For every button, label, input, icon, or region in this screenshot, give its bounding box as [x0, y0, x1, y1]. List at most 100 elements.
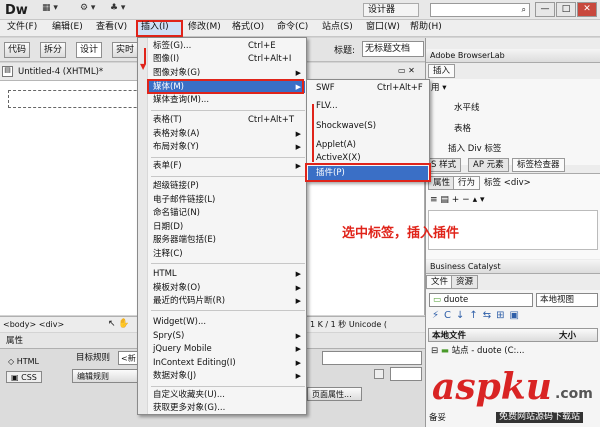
code-view-button[interactable]: 代码	[4, 42, 31, 58]
expand-icon[interactable]: ⊟	[431, 346, 438, 356]
insert-tag-item[interactable]: 标签(G)...	[153, 42, 191, 51]
browserlab-panel-header[interactable]: Adobe BrowserLab	[426, 49, 600, 63]
site-root-row[interactable]: ⊟ ▬ 站点 - duote (C:...	[431, 347, 525, 356]
edit-rule-button[interactable]: 编辑规则	[72, 369, 140, 383]
close-button[interactable]: ✕	[577, 2, 597, 17]
live-view-button[interactable]: 实时	[112, 42, 139, 58]
color-input[interactable]	[390, 367, 422, 381]
tag-selector[interactable]: <body> <div>	[3, 321, 64, 329]
menu-site[interactable]: 站点(S)	[322, 23, 353, 32]
doc-window-controls[interactable]: ▭ ✕	[398, 67, 415, 75]
title-input[interactable]: 无标题文档	[362, 41, 424, 57]
design-view-button[interactable]: 设计	[76, 42, 103, 58]
layout-icon[interactable]: ▦ ▾	[42, 4, 76, 17]
media-activex-item[interactable]: ActiveX(X)	[316, 154, 361, 163]
insert-widget-item[interactable]: Widget(W)...	[153, 318, 206, 327]
insert-data-objects-item[interactable]: 数据对象(J)	[153, 372, 196, 381]
insert-ssi-item[interactable]: 服务器端包括(E)	[153, 236, 216, 245]
insert-html-item[interactable]: HTML	[153, 270, 177, 279]
page-properties-button[interactable]: 页面属性...	[307, 387, 362, 401]
media-applet-item[interactable]: Applet(A)	[316, 141, 356, 150]
insert-div-item[interactable]: 插入 Div 标签	[448, 145, 501, 154]
menu-format[interactable]: 格式(O)	[232, 23, 264, 32]
extend-icon[interactable]: ⚙ ▾	[80, 4, 114, 17]
behaviors-tab[interactable]: 行为	[453, 176, 481, 190]
menu-view[interactable]: 查看(V)	[96, 23, 127, 32]
menu-modify[interactable]: 修改(M)	[188, 23, 221, 32]
media-shockwave-item[interactable]: Shockwave(S)	[316, 122, 376, 131]
menu-window[interactable]: 窗口(W)	[366, 23, 400, 32]
insert-panel-tab[interactable]: 插入	[428, 64, 456, 78]
css-styles-tab[interactable]: S 样式	[426, 158, 462, 172]
insert-table-objects-item[interactable]: 表格对象(A)	[153, 130, 199, 139]
view-select[interactable]: 本地视图	[536, 293, 598, 307]
assets-tab[interactable]: 资源	[451, 275, 479, 289]
files-toolbar-icons[interactable]: ⚡C↓↑⇆⊞▣	[432, 311, 524, 321]
attributes-tab[interactable]: 属性	[428, 176, 456, 190]
menu-separator	[151, 263, 305, 264]
tag-inspector-tab[interactable]: 标签检查器	[512, 158, 565, 172]
insert-table-item[interactable]: 表格	[454, 125, 471, 134]
maximize-button[interactable]: □	[556, 2, 576, 17]
insert-hyperlink-item[interactable]: 超级链接(P)	[153, 182, 199, 191]
submenu-arrow-icon: ▶	[295, 130, 301, 138]
workspace-switcher[interactable]: 设计器	[363, 3, 419, 17]
insert-date-item[interactable]: 日期(D)	[153, 223, 183, 232]
submenu-arrow-icon: ▶	[295, 359, 301, 367]
color-swatch[interactable]	[374, 369, 384, 379]
css-mode-button[interactable]: ▣ CSS	[6, 371, 42, 383]
media-flv-item[interactable]: FLV...	[316, 102, 338, 111]
annotation-text: 选中标签，插入插件	[342, 226, 460, 241]
insert-category-select[interactable]: 用 ▾	[431, 84, 446, 93]
insert-media-query-item[interactable]: 媒体查询(M)...	[153, 96, 209, 105]
insert-hr-item[interactable]: 水平线	[454, 104, 480, 113]
insert-image-objects-item[interactable]: 图像对象(G)	[153, 69, 200, 78]
insert-form-item[interactable]: 表单(F)	[153, 162, 182, 171]
insert-custom-favorites-item[interactable]: 自定义收藏夹(U)...	[153, 391, 225, 400]
site-icon[interactable]: ♣ ▾	[110, 4, 144, 17]
minimize-button[interactable]: —	[535, 2, 555, 17]
files-tab[interactable]: 文件	[426, 275, 454, 289]
local-files-header[interactable]: 本地文件	[432, 332, 466, 341]
document-tab[interactable]: Untitled-4 (XHTML)*	[18, 68, 103, 77]
properties-label: 属性	[6, 336, 24, 346]
insert-template-objects-item[interactable]: 模板对象(O)	[153, 284, 200, 293]
business-catalyst-header[interactable]: Business Catalyst	[426, 260, 600, 274]
insert-named-anchor-item[interactable]: 命名锚记(N)	[153, 209, 200, 218]
menu-command[interactable]: 命令(C)	[277, 23, 308, 32]
split-view-button[interactable]: 拆分	[40, 42, 67, 58]
insert-image-item[interactable]: 图像(I)	[153, 55, 179, 64]
menu-insert[interactable]: 插入(I)	[141, 23, 169, 32]
insert-email-link-item[interactable]: 电子邮件链接(L)	[153, 196, 215, 205]
menu-edit[interactable]: 编辑(E)	[52, 23, 83, 32]
annotation-arrowhead-icon: ▼	[140, 62, 147, 71]
media-swf-item[interactable]: SWF	[316, 84, 335, 93]
insert-comment-item[interactable]: 注释(C)	[153, 250, 183, 259]
submenu-arrow-icon: ▶	[295, 332, 301, 340]
behavior-toolbar-icons[interactable]: ≡ ▤ + − ▴ ▾	[430, 196, 484, 205]
insert-jquery-mobile-item[interactable]: jQuery Mobile	[153, 345, 212, 354]
menu-file[interactable]: 文件(F)	[7, 23, 37, 32]
search-input[interactable]: ⌕	[430, 3, 530, 17]
html-mode-button[interactable]: ◇ HTML	[8, 358, 39, 366]
insert-incontext-item[interactable]: InContext Editing(I)	[153, 359, 236, 368]
insert-get-more-objects-item[interactable]: 获取更多对象(G)...	[153, 404, 225, 413]
title-bar: Dw ▦ ▾ ⚙ ▾ ♣ ▾ 设计器 ⌕ — □ ✕	[0, 0, 600, 20]
select-tool-icon[interactable]: ↖ ✋	[108, 320, 130, 329]
media-swf-shortcut: Ctrl+Alt+F	[377, 83, 423, 93]
insert-tag-shortcut: Ctrl+E	[248, 41, 276, 51]
font-select[interactable]	[322, 351, 422, 365]
insert-table-item[interactable]: 表格(T)	[153, 116, 182, 125]
size-header[interactable]: 大小	[559, 332, 576, 341]
menu-separator	[151, 176, 305, 177]
insert-spry-item[interactable]: Spry(S)	[153, 332, 184, 341]
insert-image-shortcut: Ctrl+Alt+I	[248, 54, 292, 64]
menu-help[interactable]: 帮助(H)	[410, 23, 442, 32]
site-select[interactable]: ▭ duote	[429, 293, 533, 307]
submenu-arrow-icon: ▶	[295, 372, 301, 380]
insert-layout-objects-item[interactable]: 布局对象(Y)	[153, 143, 199, 152]
ap-elements-tab[interactable]: AP 元素	[468, 158, 509, 172]
watermark-wordmark: aspku	[432, 366, 552, 408]
watermark-tagline: 免费网站源码下载站	[496, 412, 584, 423]
insert-recent-snippets-item[interactable]: 最近的代码片断(R)	[153, 297, 225, 306]
